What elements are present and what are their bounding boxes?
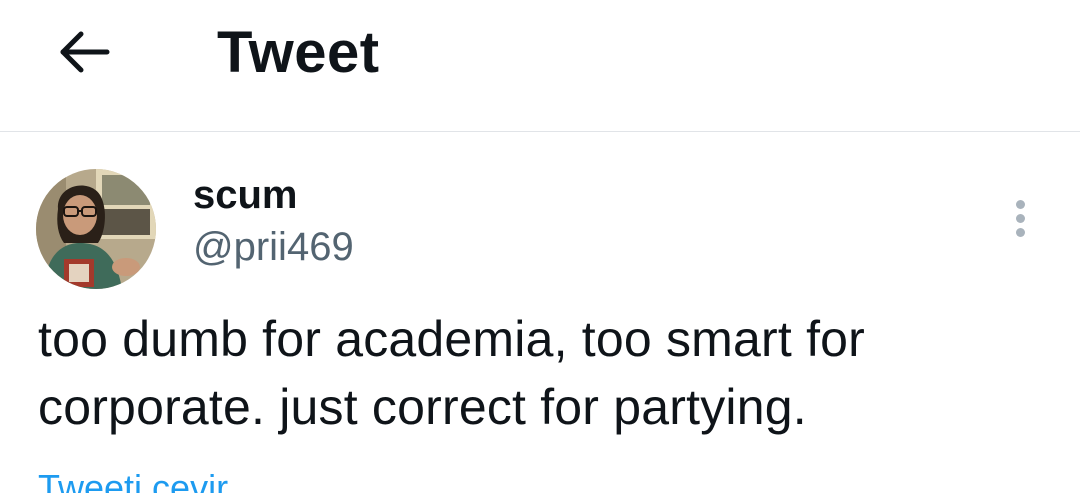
vertical-ellipsis-icon <box>1015 213 1025 223</box>
tweet-detail-screen: Tweet scum @prii469 too dumb for academi… <box>0 0 1080 493</box>
top-app-bar: Tweet <box>0 0 1080 132</box>
author-display-name[interactable]: scum <box>193 170 298 220</box>
avatar[interactable] <box>36 169 156 289</box>
vertical-ellipsis-icon <box>1015 199 1025 209</box>
profile-photo <box>36 169 156 289</box>
arrow-left-icon <box>60 31 110 73</box>
back-button[interactable] <box>52 24 118 80</box>
vertical-ellipsis-icon <box>1015 227 1025 237</box>
more-options-button[interactable] <box>1000 192 1040 244</box>
tweet-text: too dumb for academia, too smart for cor… <box>38 311 866 435</box>
author-handle[interactable]: @prii469 <box>193 222 354 272</box>
translate-tweet-link[interactable]: Tweeti çevir <box>38 466 228 493</box>
page-title: Tweet <box>217 20 380 85</box>
